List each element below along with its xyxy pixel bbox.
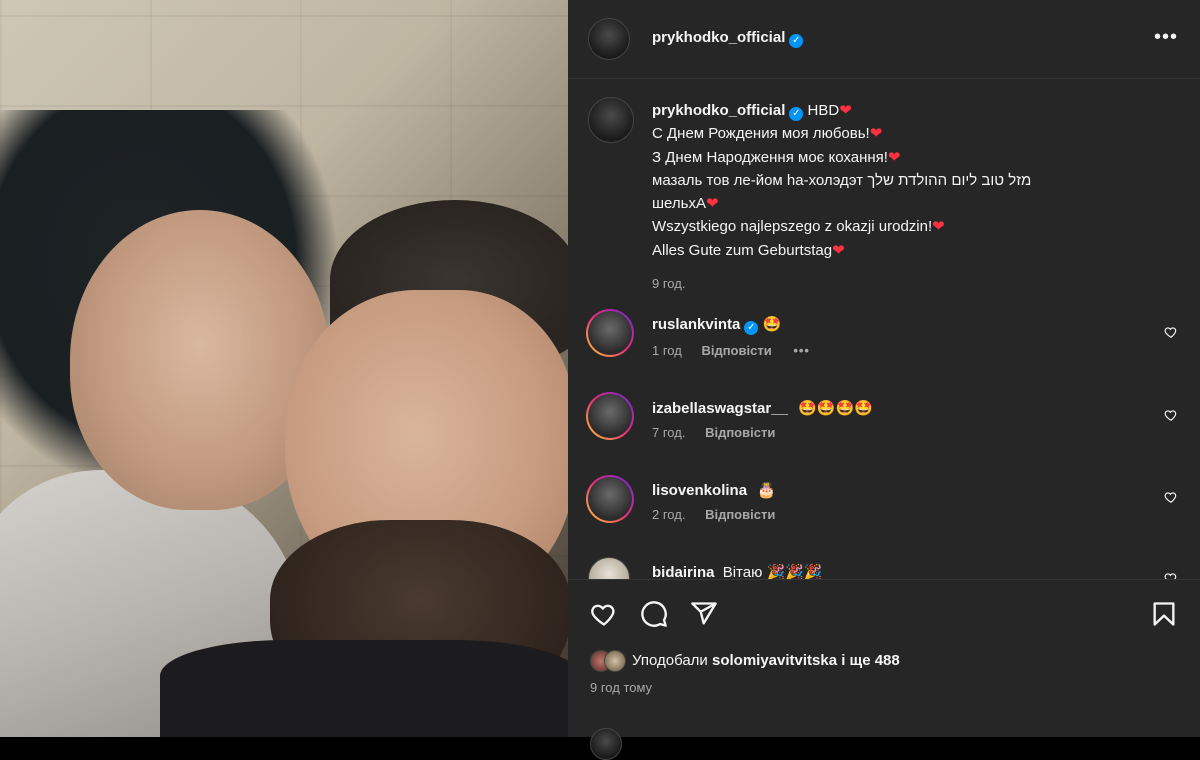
verified-badge-icon: ✓ (789, 34, 804, 48)
post-photo[interactable] (0, 0, 568, 737)
commenter-avatar[interactable] (586, 475, 634, 523)
caption-line-4: מזל טוב ליום ההולדת שלך мазаль тов ле-йо… (652, 171, 1032, 189)
heart-emoji-icon: ❤ (832, 241, 845, 259)
commenter-username[interactable]: izabellaswagstar__ (652, 400, 788, 417)
heart-emoji-icon: ❤ (869, 125, 883, 143)
post-side-panel: prykhodko_official ✓ ••• prykhodko_offici… (568, 0, 1200, 760)
share-send-icon[interactable] (690, 600, 718, 628)
comment-time[interactable]: 1 год (652, 343, 682, 358)
caption-username[interactable]: prykhodko_official (652, 102, 785, 119)
commenter-avatar[interactable] (586, 392, 634, 440)
heart-emoji-icon: ❤ (705, 195, 719, 213)
likes-summary: Уподобали solomiyavitvitska і ще 488 (632, 652, 900, 669)
caption-line-5: шельхА (652, 195, 706, 213)
commenter-username[interactable]: ruslankvinta (652, 316, 740, 333)
comment-like-heart-icon[interactable] (1164, 408, 1178, 422)
caption-time[interactable]: 9 год. (652, 272, 1172, 295)
current-user-avatar[interactable] (590, 728, 622, 760)
save-bookmark-icon[interactable] (1150, 600, 1178, 628)
caption-line-6: Wszystkiego najlepszego z okazji urodzin… (652, 218, 933, 236)
reply-button[interactable]: Відповісти (705, 425, 775, 440)
verified-badge-icon: ✓ (789, 107, 804, 121)
heart-emoji-icon: ❤ (839, 102, 852, 119)
liker-avatar[interactable] (604, 650, 626, 672)
comments-scroll-area[interactable]: prykhodko_official ✓ HBD❤ С Днем Рождения… (568, 79, 1200, 579)
commenter-avatar[interactable] (588, 557, 630, 579)
author-name-row: prykhodko_official ✓ (652, 29, 804, 48)
comment-text: Вітаю 🎉🎉🎉 (722, 564, 823, 579)
commenter-avatar[interactable] (586, 309, 634, 357)
commenter-username[interactable]: bidairina (652, 564, 715, 579)
caption-line-3: З Днем Народження моє кохання! (652, 148, 888, 166)
comment-time[interactable]: 7 год. (652, 425, 685, 440)
comment-item: bidairina Вітаю 🎉🎉🎉 (652, 563, 1152, 579)
caption-author-avatar[interactable] (588, 97, 634, 143)
comment-item: izabellaswagstar__ 🤩🤩🤩🤩 7 год. Відповіст… (652, 399, 1152, 440)
comment-bubble-icon[interactable] (640, 600, 668, 628)
post-time-ago[interactable]: 9 год тому (590, 680, 652, 695)
comment-like-heart-icon[interactable] (1164, 571, 1178, 579)
comment-item: lisovenkolina 🎂 2 год. Відповісти (652, 481, 1152, 522)
caption-line-1: HBD (807, 102, 840, 119)
like-heart-icon[interactable] (590, 600, 618, 628)
likes-count[interactable]: і ще 488 (841, 652, 900, 669)
comment-like-heart-icon[interactable] (1164, 325, 1178, 339)
verified-badge-icon: ✓ (744, 321, 759, 335)
comment-text: 🎂 (757, 482, 776, 499)
comment-more-icon[interactable]: ••• (793, 343, 810, 358)
author-username[interactable]: prykhodko_official (652, 29, 785, 46)
commenter-username[interactable]: lisovenkolina (652, 482, 747, 499)
reply-button[interactable]: Відповісти (701, 343, 771, 358)
comment-text: 🤩 (762, 316, 782, 333)
caption-line-7: Alles Gute zum Geburtstag (652, 241, 833, 259)
author-avatar[interactable] (588, 18, 630, 60)
heart-emoji-icon: ❤ (887, 148, 901, 166)
likes-prefix: Уподобали (632, 652, 708, 669)
post-actions-bar: Уподобали solomiyavitvitska і ще 488 9 г… (568, 579, 1200, 760)
caption-line-2: С Днем Рождения моя любовь! (652, 125, 870, 143)
comment-item: ruslankvinta ✓ 🤩 1 год Відповісти ••• (652, 315, 1152, 358)
post-caption: prykhodko_official ✓ HBD❤ С Днем Рождения… (652, 99, 1172, 295)
post-header: prykhodko_official ✓ ••• (568, 0, 1200, 79)
more-options-icon[interactable]: ••• (1154, 26, 1178, 49)
liker-username[interactable]: solomiyavitvitska (712, 652, 837, 669)
comment-like-heart-icon[interactable] (1164, 490, 1178, 504)
photo-man-jacket (160, 640, 568, 737)
comment-time[interactable]: 2 год. (652, 507, 685, 522)
comment-text: 🤩🤩🤩🤩 (798, 400, 873, 417)
heart-emoji-icon: ❤ (932, 218, 945, 236)
reply-button[interactable]: Відповісти (705, 507, 775, 522)
